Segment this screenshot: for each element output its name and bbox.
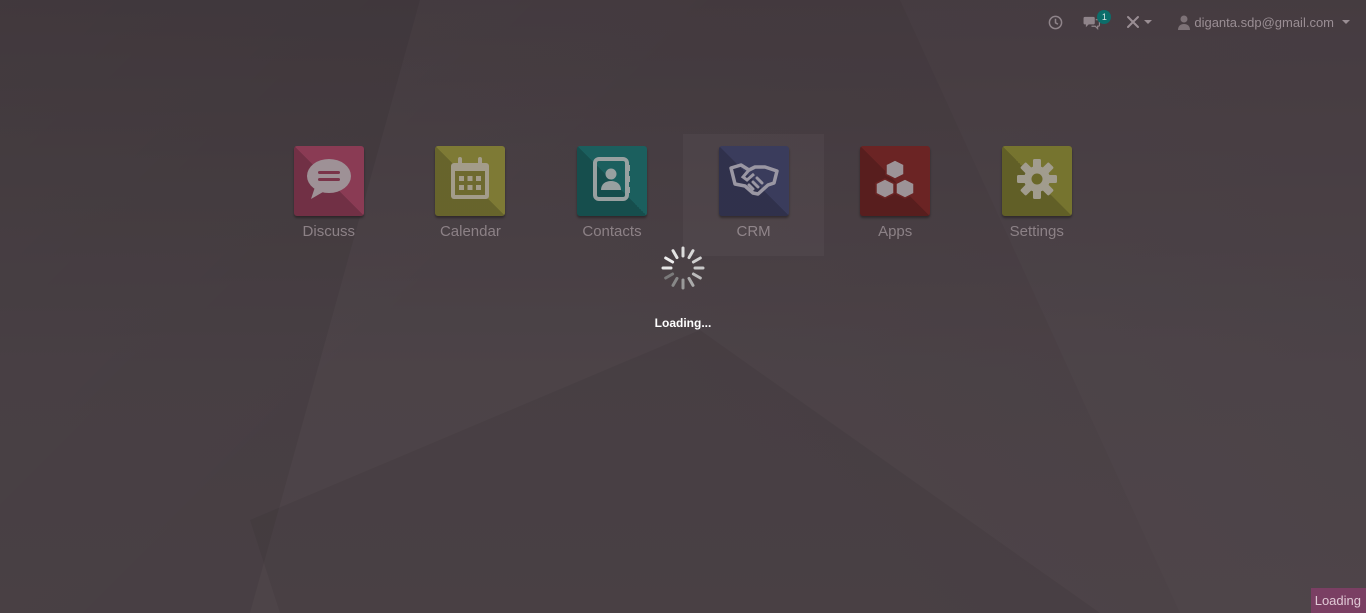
app-label-contacts: Contacts — [582, 223, 642, 240]
clock-icon — [1048, 15, 1063, 30]
app-grid: Discuss Calendar Contacts CRM Apps Setti… — [258, 146, 1108, 240]
user-email: diganta.sdp@gmail.com — [1194, 14, 1334, 30]
app-tile-calendar — [435, 146, 506, 216]
chevron-down-icon — [1342, 20, 1350, 24]
app-label-calendar: Calendar — [439, 223, 501, 240]
app-tile-discuss — [293, 146, 364, 216]
loading-overlay — [0, 0, 1366, 613]
user-menu[interactable]: diganta.sdp@gmail.com — [1162, 0, 1366, 44]
user-icon — [1178, 15, 1191, 30]
cubes-icon — [872, 158, 918, 204]
app-label-apps: Apps — [878, 223, 913, 240]
calendar-icon — [449, 156, 491, 206]
systray: 1 diganta.sdp@gmail.com — [1038, 0, 1366, 44]
spinner-icon — [660, 245, 706, 291]
loading-indicator: Loading — [1310, 588, 1366, 613]
app-settings[interactable]: Settings — [966, 146, 1108, 240]
address-book-icon — [592, 156, 631, 206]
app-tile-contacts — [576, 146, 647, 216]
app-crm[interactable]: CRM — [683, 146, 825, 240]
activity-menu[interactable] — [1038, 0, 1073, 44]
app-tile-settings — [1001, 146, 1072, 216]
messaging-menu[interactable]: 1 — [1073, 0, 1116, 44]
app-tile-apps — [860, 146, 931, 216]
app-tile-crm — [718, 146, 789, 216]
app-contacts[interactable]: Contacts — [541, 146, 683, 240]
loading-message: Loading... — [654, 316, 712, 330]
chat-bubble-icon — [305, 157, 353, 206]
messages-badge: 1 — [1097, 10, 1112, 24]
app-apps[interactable]: Apps — [824, 146, 966, 240]
app-discuss[interactable]: Discuss — [258, 146, 400, 240]
app-label-crm: CRM — [736, 223, 771, 240]
handshake-icon — [728, 162, 779, 201]
tools-icon — [1126, 15, 1140, 29]
app-calendar[interactable]: Calendar — [400, 146, 542, 240]
gear-icon — [1016, 158, 1058, 205]
debug-menu[interactable] — [1116, 0, 1162, 44]
app-label-discuss: Discuss — [302, 223, 356, 240]
chevron-down-icon — [1144, 20, 1153, 24]
app-label-settings: Settings — [1009, 223, 1064, 240]
